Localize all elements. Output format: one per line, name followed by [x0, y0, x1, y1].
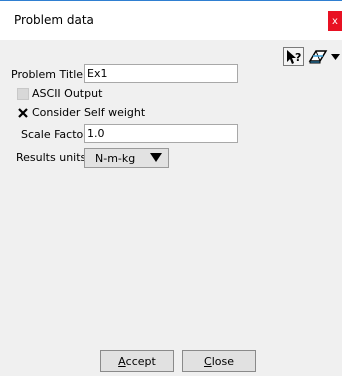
- title-bar: Problem data x: [0, 0, 342, 40]
- svg-text:?: ?: [295, 51, 301, 64]
- close-button[interactable]: Close: [182, 350, 256, 372]
- accept-mnemonic: A: [118, 354, 126, 368]
- scale-factor-field[interactable]: 1.0: [84, 124, 238, 143]
- scale-factor-label: Scale Factor: [21, 128, 88, 141]
- close-icon: x: [332, 15, 338, 27]
- close-label-rest: lose: [211, 354, 234, 368]
- eraser-icon: [308, 49, 328, 63]
- eraser-dropdown-button[interactable]: [307, 47, 342, 66]
- results-units-value: N-m-kg: [95, 151, 136, 165]
- ascii-output-checkbox[interactable]: [17, 88, 29, 100]
- checkmark-x-icon: [18, 108, 28, 118]
- ascii-output-label: ASCII Output: [32, 87, 103, 100]
- self-weight-checkbox[interactable]: [17, 107, 29, 119]
- self-weight-label: Consider Self weight: [32, 106, 146, 119]
- accept-button[interactable]: Accept: [100, 350, 174, 372]
- close-window-button[interactable]: x: [328, 11, 342, 31]
- problem-title-field[interactable]: Ex1: [84, 64, 238, 83]
- close-mnemonic: C: [204, 354, 212, 368]
- results-units-label: Results units: [16, 151, 87, 164]
- whats-this-help-button[interactable]: ?: [283, 47, 304, 66]
- dialog-content: [0, 40, 342, 340]
- accept-label-rest: ccept: [125, 354, 156, 368]
- results-units-select[interactable]: N-m-kg: [84, 148, 169, 168]
- whats-this-help-icon: ?: [286, 49, 301, 64]
- chevron-down-icon: [150, 153, 162, 162]
- window-title: Problem data: [14, 13, 94, 27]
- problem-title-label: Problem Title: [11, 68, 84, 81]
- chevron-down-icon: [331, 53, 340, 60]
